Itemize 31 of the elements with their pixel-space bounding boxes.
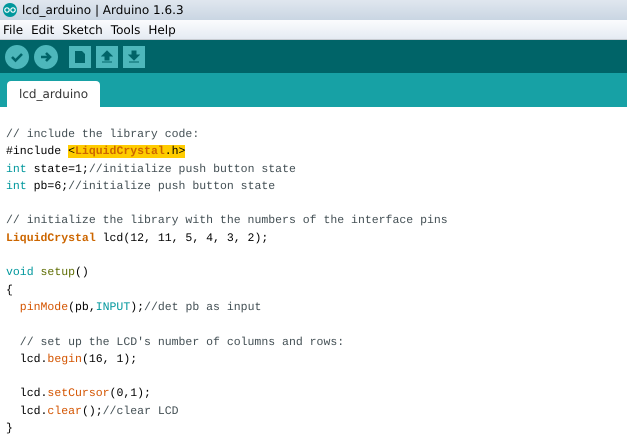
code-line: #include <LiquidCrystal.h> <box>6 144 186 160</box>
open-button[interactable] <box>96 46 118 68</box>
upload-button[interactable] <box>34 44 58 68</box>
window-title: lcd_arduino | Arduino 1.6.3 <box>22 3 184 17</box>
file-tab[interactable]: lcd_arduino <box>7 81 100 107</box>
right-arrow-icon <box>39 50 53 64</box>
new-button[interactable] <box>69 46 91 68</box>
menu-item[interactable]: File <box>0 22 26 36</box>
code-line: // initialize the library with the numbers of the interface pins <box>6 213 449 230</box>
code-line: lcd.clear();//clear LCD <box>18 404 180 420</box>
code-line: lcd.setCursor(0,1); <box>18 386 152 402</box>
infinity-logo-icon <box>2 3 18 17</box>
code-line: LiquidCrystal lcd(12, 11, 5, 4, 3, 2); <box>6 230 270 247</box>
code-line: // set up the LCD's number of columns and rows: <box>18 334 346 351</box>
verify-button[interactable] <box>5 44 29 68</box>
code-line: pinMode(pb,INPUT);//det pb as input <box>18 300 262 316</box>
code-line: } <box>6 421 14 438</box>
up-arrow-icon <box>101 50 113 64</box>
code-line: { <box>6 282 14 299</box>
menu-item[interactable]: Sketch <box>59 22 106 36</box>
code-line: void setup() <box>6 265 90 282</box>
save-button[interactable] <box>123 46 145 68</box>
menu-item[interactable]: Edit <box>28 22 58 36</box>
code-line: lcd.begin(16, 1); <box>18 352 138 368</box>
code-line: int state=1;//initialize push button state <box>6 162 297 178</box>
code-line: int pb=6;//initialize push button state <box>6 178 276 195</box>
down-arrow-icon <box>128 50 140 64</box>
document-icon <box>74 50 86 64</box>
menu-item[interactable]: Tools <box>108 22 144 36</box>
code-line: // include the library code: <box>6 127 200 143</box>
menu-item[interactable]: Help <box>145 22 179 36</box>
